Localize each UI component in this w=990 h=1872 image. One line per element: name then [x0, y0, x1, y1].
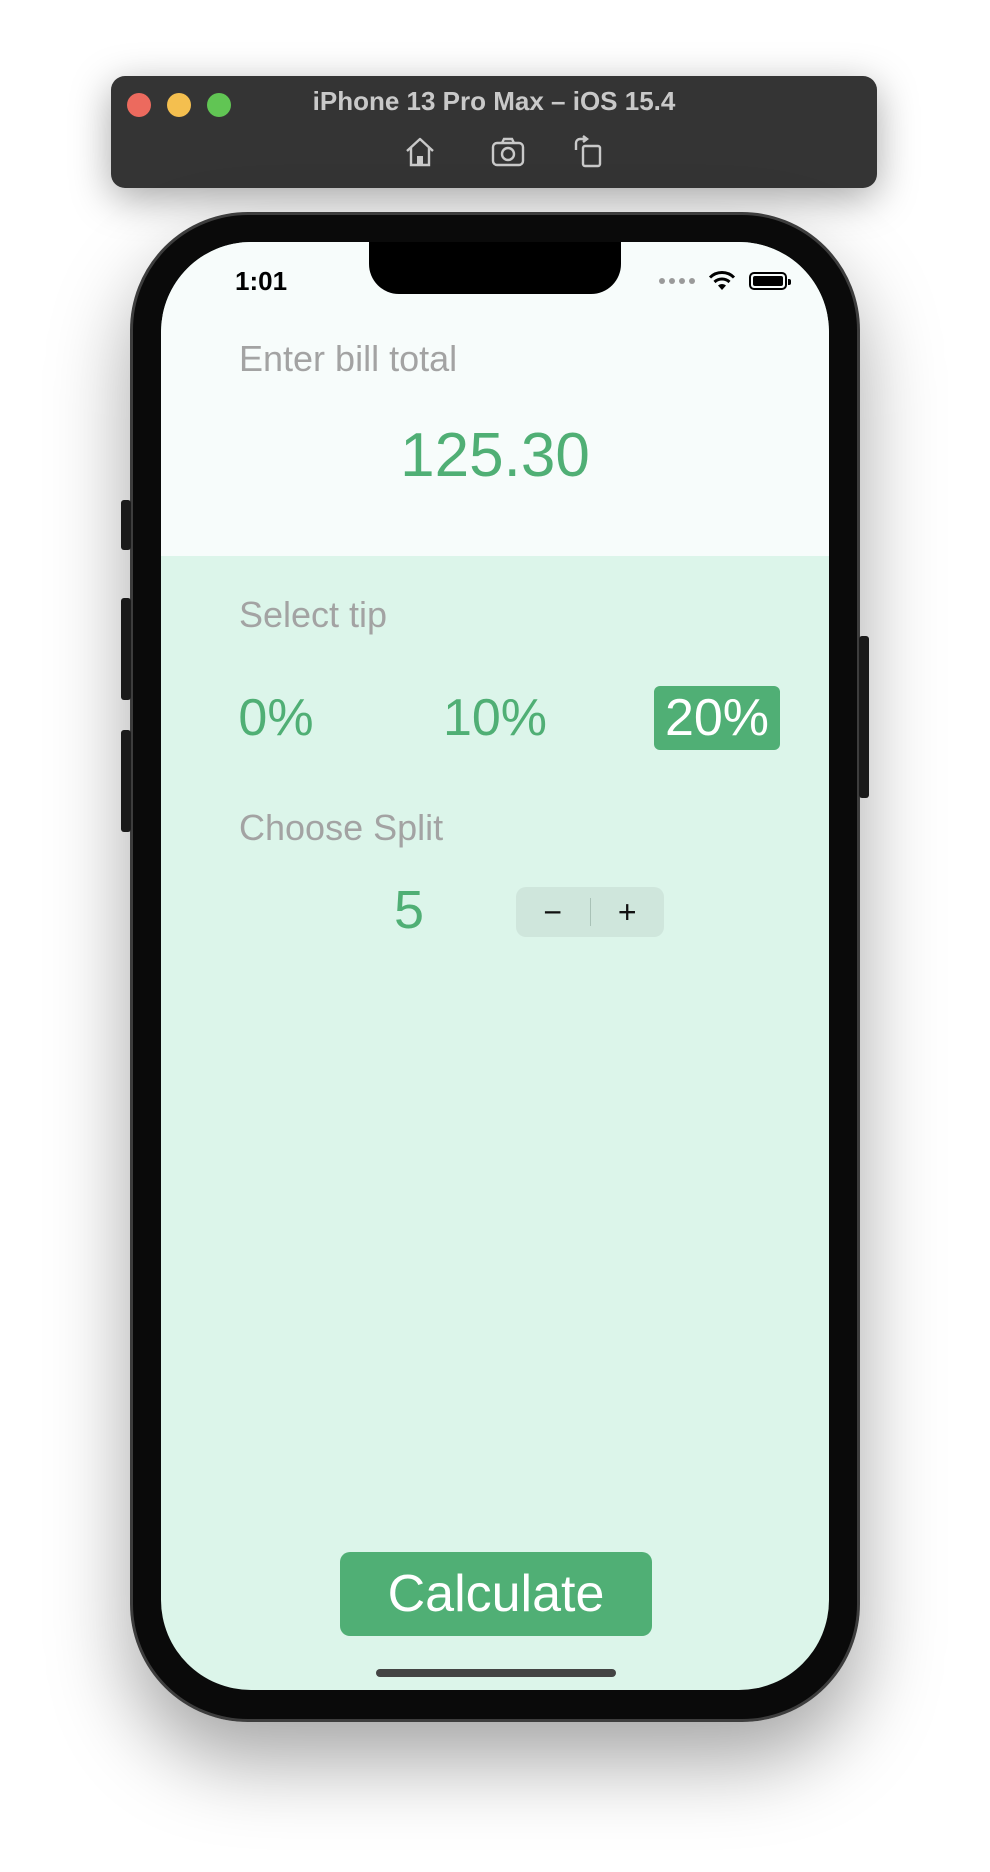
tip-label: Select tip: [239, 594, 388, 635]
split-label: Choose Split: [239, 807, 444, 848]
tip-button-10[interactable]: 10%: [437, 686, 553, 750]
increment-button[interactable]: +: [591, 887, 665, 937]
simulator-title: iPhone 13 Pro Max – iOS 15.4: [312, 86, 676, 116]
split-value: 5: [393, 880, 425, 940]
volume-up-button: [121, 598, 131, 700]
tip-button-20[interactable]: 20%: [654, 686, 780, 750]
tip-button-0[interactable]: 0%: [231, 686, 321, 750]
volume-down-button: [121, 730, 131, 832]
home-indicator: [376, 1669, 616, 1677]
calculate-button[interactable]: Calculate: [340, 1552, 652, 1636]
bill-label: Enter bill total: [239, 338, 458, 379]
home-icon[interactable]: [402, 134, 438, 170]
power-button: [859, 636, 869, 798]
split-stepper[interactable]: − +: [516, 887, 664, 937]
bill-input[interactable]: 125.30: [161, 420, 829, 491]
cellular-signal-icon: [659, 278, 695, 284]
wifi-icon: [708, 271, 736, 290]
screenshot-icon[interactable]: [490, 134, 526, 170]
battery-icon: [749, 272, 791, 290]
mute-switch: [121, 500, 131, 550]
stage: iPhone 13 Pro Max – iOS 15.4 1:01 Enter …: [0, 0, 990, 1872]
notch: [369, 242, 621, 294]
rotate-icon[interactable]: [570, 134, 606, 170]
status-icons: [659, 268, 791, 294]
status-time: 1:01: [235, 266, 288, 296]
app-screen: 1:01 Enter bill total 125.30 Select tip …: [161, 242, 829, 1690]
decrement-button[interactable]: −: [516, 887, 590, 937]
